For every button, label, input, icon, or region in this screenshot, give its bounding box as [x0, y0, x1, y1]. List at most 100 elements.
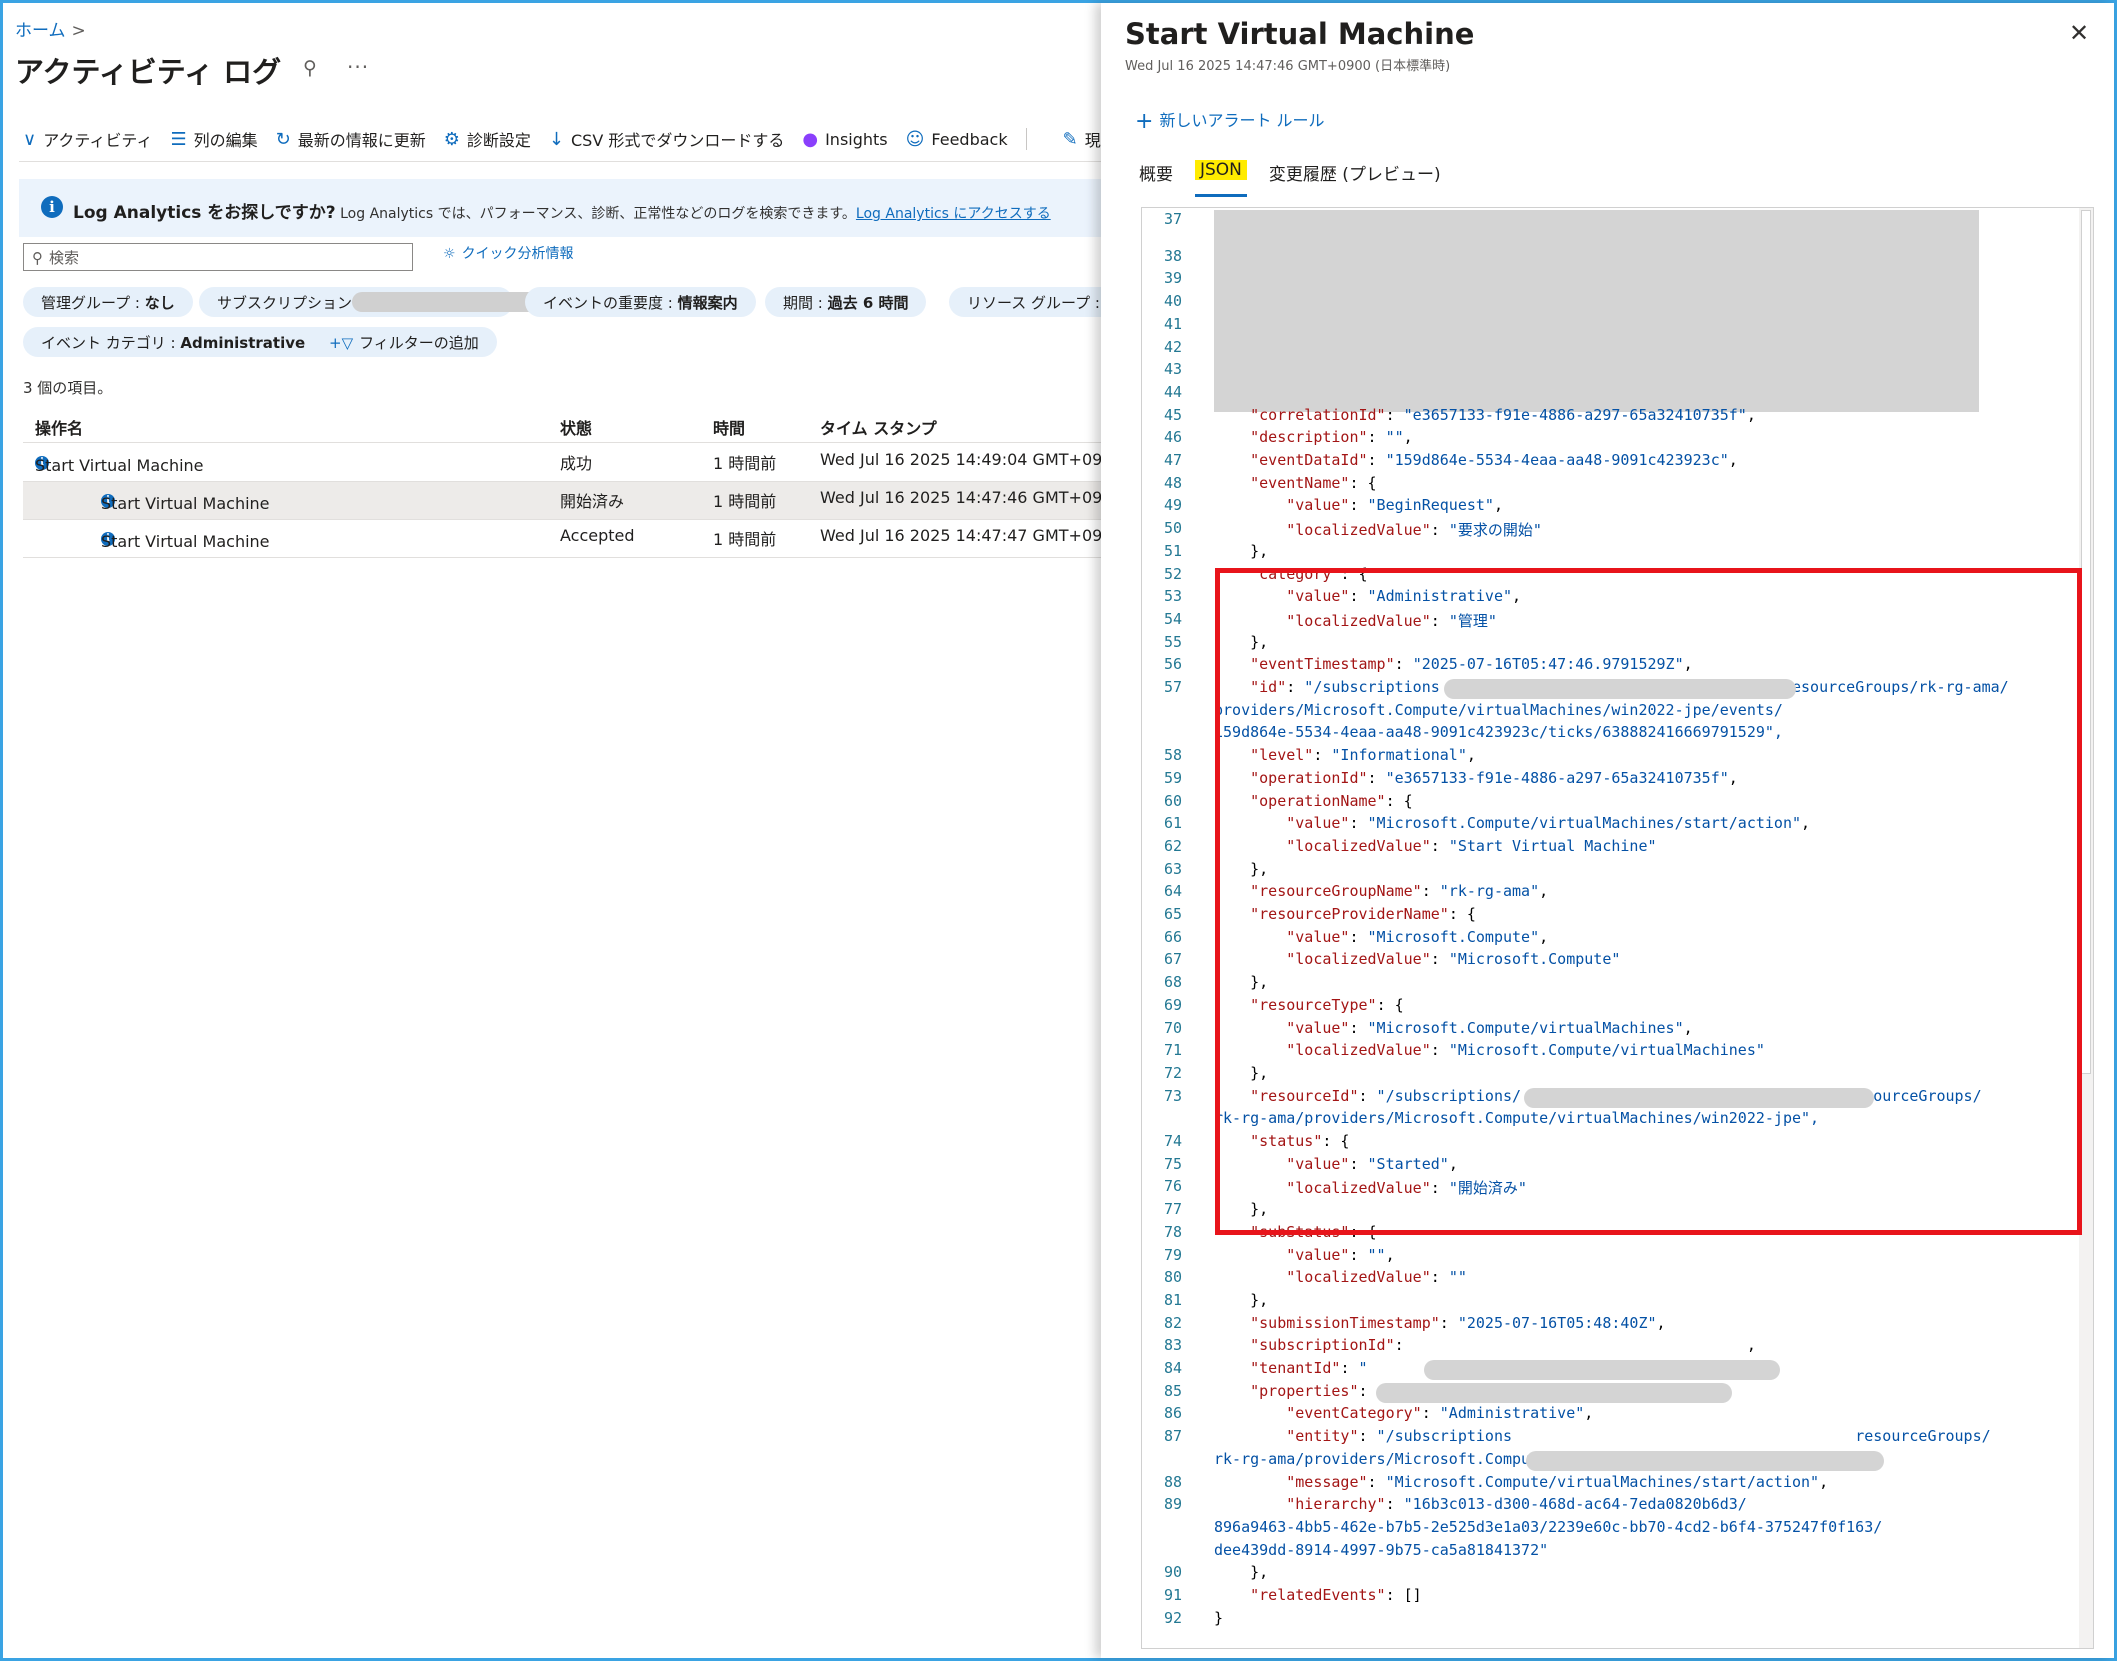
table-header: 操作名 状態 時間 タイム スタンプ: [23, 409, 1101, 443]
more-options-icon[interactable]: ···: [347, 55, 369, 79]
line-number: 80: [1163, 1268, 1182, 1287]
line-number: 74: [1163, 1132, 1182, 1150]
activity-label: アクティビティ: [43, 131, 153, 150]
column-header-status[interactable]: 状態: [560, 415, 592, 439]
operation-name: Start Virtual Machine: [35, 456, 204, 475]
filter-pill-resource-group[interactable]: リソース グループ : rk: [949, 287, 1101, 317]
line-number: 68: [1163, 973, 1182, 992]
log-analytics-link[interactable]: Log Analytics にアクセスする: [856, 206, 1051, 222]
feedback-button[interactable]: ☺ Feedback: [906, 129, 1008, 150]
line-number: 42: [1163, 337, 1182, 356]
line-number: 51: [1163, 541, 1182, 560]
code-line: "message": "Microsoft.Compute/virtualMac…: [1286, 1472, 1829, 1491]
code-line: "eventDataId": "159d864e-5534-4eaa-aa48-…: [1250, 451, 1738, 469]
line-number: 46: [1163, 428, 1182, 447]
tab-change-history[interactable]: 変更履歴 (プレビュー): [1269, 160, 1441, 197]
line-number: 43: [1163, 360, 1182, 379]
line-number: 39: [1163, 269, 1182, 288]
line-number: 87: [1163, 1427, 1182, 1446]
pin-icon[interactable]: ⚲: [303, 57, 317, 79]
line-number: 65: [1163, 905, 1182, 923]
table-row[interactable]: i Start Virtual Machine 開始済み 1 時間前 Wed Ju…: [23, 482, 1101, 520]
plus-icon: +: [1135, 109, 1154, 134]
tab-json[interactable]: JSON: [1195, 160, 1247, 197]
row-status: 成功: [560, 454, 593, 473]
diagnostic-settings-button[interactable]: ⚙ 診断設定: [444, 127, 531, 151]
refresh-button[interactable]: ↻ 最新の情報に更新: [276, 127, 426, 151]
highlight-box: [1215, 568, 2082, 1235]
breadcrumb-home-link[interactable]: ホーム: [15, 21, 66, 41]
filter-label: イベント カテゴリ :: [41, 334, 181, 352]
row-status: 開始済み: [560, 492, 625, 511]
code-line: "correlationId": "e3657133-f91e-4886-a29…: [1250, 405, 1756, 424]
line-number: 76: [1163, 1177, 1182, 1196]
table-row[interactable]: ∨iStart Virtual Machine 成功 1 時間前 Wed Jul…: [23, 444, 1101, 482]
line-number: 44: [1163, 382, 1182, 401]
filter-pill-subscription[interactable]: サブスクリプション: [199, 287, 543, 317]
column-header-timestamp[interactable]: タイム スタンプ: [820, 415, 937, 439]
row-time: 1 時間前: [713, 492, 777, 511]
csv-download-button[interactable]: ↓ CSV 形式でダウンロードする: [549, 127, 784, 151]
tab-summary[interactable]: 概要: [1139, 160, 1173, 197]
filter-value: 過去 6 時間: [827, 294, 909, 312]
add-filter-button[interactable]: +▽ フィルターの追加: [311, 327, 497, 357]
column-header-time[interactable]: 時間: [713, 415, 745, 439]
new-alert-rule-button[interactable]: + 新しいアラート ルール: [1135, 107, 1325, 134]
code-line: "localizedValue": "": [1286, 1268, 1467, 1287]
refresh-label: 最新の情報に更新: [297, 131, 426, 150]
tab-label: JSON: [1195, 160, 1247, 180]
insights-button[interactable]: ● Insights: [802, 129, 887, 150]
code-line: "localizedValue": "要求の開始": [1286, 521, 1542, 540]
line-number: 78: [1163, 1222, 1182, 1241]
line-number: 85: [1163, 1381, 1182, 1400]
close-icon[interactable]: ✕: [2069, 19, 2089, 47]
refresh-icon: ↻: [275, 128, 291, 150]
scrollbar-thumb[interactable]: [2081, 210, 2091, 1074]
line-number: 70: [1163, 1018, 1182, 1037]
column-header-operation[interactable]: 操作名: [35, 415, 83, 439]
feedback-label: Feedback: [931, 129, 1008, 149]
line-number: 84: [1163, 1359, 1182, 1377]
line-number: 89: [1163, 1495, 1182, 1514]
filter-pill-event-severity[interactable]: イベントの重要度 : 情報案内: [525, 287, 756, 317]
line-number: 75: [1163, 1154, 1182, 1173]
line-number: 71: [1163, 1041, 1182, 1060]
operation-name: Start Virtual Machine: [101, 532, 270, 551]
pin-current-filter-button[interactable]: ✎ 現在のフィ: [1063, 127, 1101, 151]
line-number: 48: [1163, 473, 1182, 492]
table-row[interactable]: i Start Virtual Machine Accepted 1 時間前 We…: [23, 520, 1101, 558]
filter-pill-timespan[interactable]: 期間 : 過去 6 時間: [765, 287, 927, 317]
code-line: "description": "",: [1250, 428, 1413, 447]
code-line: "properties": {: [1250, 1381, 1385, 1400]
redacted-value: [352, 292, 543, 312]
activity-button[interactable]: ∨ アクティビティ: [23, 127, 152, 151]
code-line: "eventName": {: [1250, 473, 1377, 492]
page-title: アクティビティ ログ: [15, 55, 282, 89]
pin-icon: ✎: [1062, 128, 1078, 150]
banner-text: Log Analytics をお探しですか? Log Analytics では、…: [73, 198, 1051, 223]
info-banner: i Log Analytics をお探しですか? Log Analytics で…: [19, 179, 1101, 237]
edit-columns-button[interactable]: ☰ 列の編集: [170, 127, 257, 151]
line-number: 86: [1163, 1404, 1182, 1423]
code-line: "subscriptionId": ,: [1250, 1336, 1756, 1355]
line-number: 61: [1163, 814, 1182, 833]
filter-pill-event-category[interactable]: イベント カテゴリ : Administrative✕: [23, 327, 349, 357]
breadcrumb-separator: >: [71, 21, 86, 41]
activity-log-pane: ホーム > アクティビティ ログ ⚲ ··· ∨ アクティビティ ☰ 列の編集 ↻ 最新…: [3, 3, 1101, 1658]
line-number: 69: [1163, 995, 1182, 1014]
info-icon: i: [41, 196, 63, 218]
new-alert-rule-label: 新しいアラート ルール: [1159, 111, 1325, 130]
panel-subtitle: Wed Jul 16 2025 14:47:46 GMT+0900 (日本標準時…: [1125, 59, 1451, 74]
filter-pill-management-group[interactable]: 管理グループ : なし: [23, 287, 193, 317]
search-input[interactable]: ⚲ 検索: [23, 243, 413, 271]
code-line: },: [1214, 541, 1269, 560]
line-number: 82: [1163, 1313, 1182, 1332]
line-number: 54: [1163, 609, 1182, 628]
filter-label: サブスクリプション: [217, 294, 353, 312]
quick-insights-link[interactable]: ☼ クイック分析情報: [443, 243, 574, 263]
add-filter-label: フィルターの追加: [359, 334, 479, 352]
line-number: 63: [1163, 859, 1182, 878]
filter-value: 情報案内: [677, 294, 738, 312]
line-number: 56: [1163, 655, 1182, 674]
code-line: "eventCategory": "Administrative",: [1286, 1404, 1594, 1423]
